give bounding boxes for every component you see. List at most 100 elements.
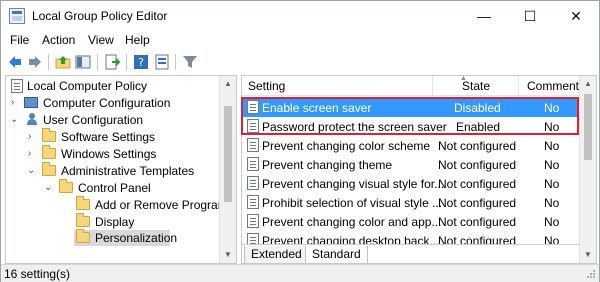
- setting-comment: No: [544, 120, 560, 134]
- setting-name: Enable screen saver: [262, 101, 372, 115]
- table-row[interactable]: Password protect the screen saver Enable…: [242, 117, 581, 136]
- toolbar: ?: [1, 51, 599, 73]
- menu-bar: File Action View Help: [1, 31, 599, 51]
- policy-setting-icon: [247, 100, 259, 114]
- chevron-down-icon[interactable]: ⌄: [27, 164, 37, 178]
- policy-setting-icon: [247, 214, 259, 228]
- table-row[interactable]: Prevent changing theme Not configured No: [242, 155, 581, 174]
- title-bar[interactable]: Local Group Policy Editor — ☐ ✕: [1, 1, 599, 31]
- maximize-button[interactable]: ☐: [507, 1, 553, 31]
- tree-label: Computer Configuration: [43, 96, 171, 110]
- folder-icon: [76, 196, 90, 210]
- policy-setting-icon: [247, 119, 259, 133]
- column-header-comment[interactable]: Comment: [527, 79, 579, 93]
- scroll-thumb[interactable]: [584, 94, 592, 160]
- tree-label: Windows Settings: [61, 147, 157, 161]
- tree-label: Personalization: [95, 231, 178, 245]
- folder-icon: [42, 128, 56, 142]
- gpedit-app-icon: [9, 8, 25, 24]
- setting-name: Prohibit selection of visual style ...: [262, 196, 443, 210]
- setting-state: Disabled: [454, 101, 501, 115]
- resize-grip-icon[interactable]: [586, 269, 596, 279]
- policy-icon: [11, 79, 23, 93]
- setting-state: Not configured: [438, 139, 517, 153]
- setting-comment: No: [544, 101, 560, 115]
- table-row[interactable]: Enable screen saver Disabled No: [242, 98, 581, 117]
- setting-state: Not configured: [438, 177, 517, 191]
- folder-icon: [76, 213, 90, 227]
- tree-label: Display: [95, 215, 135, 229]
- status-text: 16 setting(s): [4, 267, 71, 281]
- chevron-right-icon[interactable]: ›: [28, 147, 38, 161]
- chevron-down-icon[interactable]: ⌄: [44, 181, 54, 195]
- setting-name: Prevent changing theme: [262, 158, 393, 172]
- setting-state: Not configured: [438, 215, 517, 229]
- chevron-right-icon[interactable]: ›: [28, 130, 38, 144]
- tree-label: User Configuration: [43, 113, 144, 127]
- scroll-thumb[interactable]: [224, 106, 232, 202]
- setting-name: Prevent changing color scheme: [262, 139, 431, 153]
- list-vertical-scrollbar[interactable]: ▲ ▼: [579, 76, 596, 263]
- scroll-up-arrow-icon[interactable]: ▲: [220, 76, 236, 92]
- tab-extended[interactable]: Extended: [244, 246, 309, 263]
- window-title: Local Group Policy Editor: [32, 9, 168, 23]
- policy-setting-icon: [247, 195, 259, 209]
- view-tabs: Extended Standard: [242, 244, 581, 263]
- setting-state: Enabled: [456, 120, 501, 134]
- setting-name: Password protect the screen saver: [262, 120, 447, 134]
- tree-label: Local Computer Policy: [27, 79, 148, 93]
- svg-text:?: ?: [138, 56, 144, 69]
- tree-label: Administrative Templates: [61, 164, 195, 178]
- setting-comment: No: [544, 196, 560, 210]
- minimize-button[interactable]: —: [461, 1, 507, 31]
- folder-icon: [76, 229, 90, 243]
- setting-comment: No: [544, 158, 560, 172]
- setting-comment: No: [544, 177, 560, 191]
- table-row[interactable]: Prevent changing color scheme Not config…: [242, 136, 581, 155]
- menu-file[interactable]: File: [10, 33, 29, 47]
- settings-list: Setting ▲ State Comment Enable screen sa…: [241, 75, 597, 264]
- filter-icon[interactable]: [182, 54, 198, 70]
- show-hide-tree-icon[interactable]: [75, 54, 91, 70]
- scroll-down-arrow-icon[interactable]: ▼: [220, 247, 236, 263]
- menu-view[interactable]: View: [88, 33, 114, 47]
- tree-vertical-scrollbar[interactable]: ▲ ▼: [219, 76, 236, 263]
- properties-icon[interactable]: [154, 54, 170, 70]
- help-icon[interactable]: ?: [133, 54, 149, 70]
- tree-label: Software Settings: [61, 130, 156, 144]
- close-button[interactable]: ✕: [553, 1, 599, 31]
- status-bar: 16 setting(s): [1, 264, 599, 282]
- folder-icon: [42, 162, 56, 176]
- menu-action[interactable]: Action: [42, 33, 75, 47]
- table-row[interactable]: Prohibit selection of visual style ... N…: [242, 193, 581, 212]
- main-window: Local Group Policy Editor — ☐ ✕ File Act…: [0, 0, 600, 282]
- export-list-icon[interactable]: [104, 54, 120, 70]
- tree-label: Control Panel: [78, 181, 151, 195]
- user-icon: [26, 113, 38, 126]
- setting-name: Prevent changing color and app...: [262, 215, 442, 229]
- up-folder-icon[interactable]: [55, 54, 71, 70]
- chevron-down-icon[interactable]: ⌄: [10, 113, 20, 127]
- forward-arrow-icon[interactable]: [27, 54, 43, 70]
- table-row[interactable]: Prevent changing color and app... Not co…: [242, 212, 581, 231]
- menu-help[interactable]: Help: [125, 33, 150, 47]
- back-arrow-icon[interactable]: [7, 54, 23, 70]
- scroll-down-arrow-icon[interactable]: ▼: [580, 247, 596, 263]
- policy-setting-icon: [247, 157, 259, 171]
- table-row[interactable]: Prevent changing visual style for... Not…: [242, 174, 581, 193]
- column-header-state[interactable]: State: [462, 79, 490, 93]
- tree-item-personalization[interactable]: Personalization: [74, 229, 177, 246]
- folder-icon: [42, 145, 56, 159]
- policy-setting-icon: [247, 138, 259, 152]
- setting-state: Not configured: [438, 196, 517, 210]
- tab-standard[interactable]: Standard: [305, 246, 368, 263]
- setting-comment: No: [544, 215, 560, 229]
- policy-setting-icon: [247, 176, 259, 190]
- scroll-up-arrow-icon[interactable]: ▲: [580, 76, 596, 92]
- setting-comment: No: [544, 139, 560, 153]
- navigation-tree: Local Computer Policy › Computer Configu…: [5, 75, 237, 264]
- chevron-right-icon[interactable]: ›: [11, 96, 21, 110]
- column-header-setting[interactable]: Setting: [248, 79, 285, 93]
- list-header: Setting ▲ State Comment: [242, 76, 581, 96]
- tree-label: Add or Remove Programs: [95, 198, 234, 212]
